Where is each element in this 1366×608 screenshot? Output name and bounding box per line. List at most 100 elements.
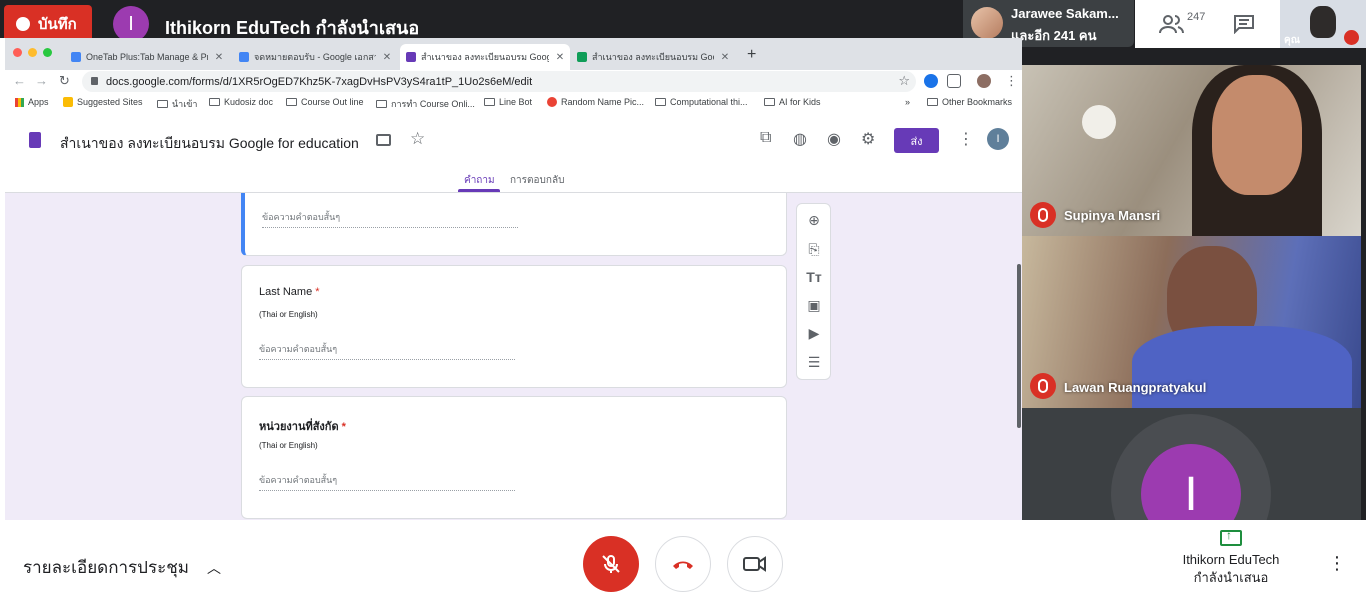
more-options-icon[interactable]: ⋮ bbox=[958, 129, 974, 149]
bookmark-label: AI for Kids bbox=[779, 97, 821, 107]
send-button[interactable]: ส่ง bbox=[894, 128, 939, 153]
forms-icon bbox=[406, 52, 416, 62]
reload-icon[interactable]: ↻ bbox=[59, 73, 70, 89]
other-bookmarks[interactable]: Other Bookmarks bbox=[927, 97, 1012, 107]
back-icon[interactable]: ← bbox=[13, 73, 26, 88]
addon-puzzle-icon[interactable]: ⧉ bbox=[760, 129, 771, 147]
profile-icon[interactable] bbox=[977, 74, 991, 88]
close-icon[interactable]: ✕ bbox=[554, 52, 566, 63]
question-description: (Thai or English) bbox=[259, 310, 318, 319]
participant-chip-name: Jarawee Sakam... bbox=[1011, 6, 1119, 21]
presenting-name: Ithikorn EduTech bbox=[1182, 552, 1280, 567]
bookmark-item[interactable]: Suggested Sites bbox=[63, 97, 143, 107]
browser-menu-icon[interactable]: ⋮ bbox=[1005, 73, 1018, 89]
add-question-icon[interactable]: ⊕ bbox=[806, 212, 822, 229]
question-title-text: หน่วยงานที่สังกัด bbox=[259, 421, 339, 433]
new-tab-button[interactable]: + bbox=[747, 46, 756, 64]
form-editor-body: ข้อความคำตอบสั้นๆ Last Name * (Thai or En… bbox=[5, 193, 1022, 520]
mic-off-icon bbox=[602, 555, 620, 573]
participant-chip-others: และอีก 241 คน bbox=[1011, 28, 1097, 43]
star-icon[interactable]: ☆ bbox=[410, 129, 425, 149]
bookmark-item[interactable]: Course Out line bbox=[286, 97, 364, 107]
docs-icon bbox=[239, 52, 249, 62]
tab-questions[interactable]: คำถาม bbox=[464, 173, 495, 188]
close-icon[interactable]: ✕ bbox=[719, 52, 731, 63]
extension-icon[interactable] bbox=[924, 74, 938, 88]
question-card-active[interactable]: ข้อความคำตอบสั้นๆ bbox=[241, 193, 787, 256]
bottom-control-bar: รายละเอียดการประชุม ︿ Ithikorn EduTech ก… bbox=[0, 520, 1366, 608]
bookmark-star-icon[interactable]: ☆ bbox=[898, 73, 910, 89]
move-to-folder-icon[interactable] bbox=[376, 134, 391, 146]
import-questions-icon[interactable]: ⎘ bbox=[806, 241, 822, 258]
participant-photo bbox=[971, 7, 1003, 39]
extension-grid-icon[interactable] bbox=[947, 74, 961, 88]
bookmark-item[interactable]: นำเข้า bbox=[157, 97, 198, 111]
bookmarks-overflow-icon[interactable]: » bbox=[905, 97, 910, 107]
forward-icon[interactable]: → bbox=[35, 73, 48, 88]
self-video-tile[interactable]: คุณ bbox=[1280, 0, 1366, 48]
question-card[interactable]: Last Name * (Thai or English) ข้อความคำตอ… bbox=[241, 265, 787, 388]
bookmark-item[interactable]: Line Bot bbox=[484, 97, 532, 107]
presenting-status[interactable]: Ithikorn EduTech กำลังนำเสนอ bbox=[1168, 528, 1294, 588]
minimize-window-icon[interactable] bbox=[28, 48, 37, 57]
add-video-icon[interactable]: ▶ bbox=[806, 325, 822, 342]
maximize-window-icon[interactable] bbox=[43, 48, 52, 57]
browser-tab-strip: OneTab Plus:Tab Manage & Pr ✕ จดหมายตอบร… bbox=[5, 38, 1022, 70]
self-label: คุณ bbox=[1284, 35, 1300, 46]
account-avatar[interactable]: I bbox=[987, 128, 1009, 150]
mic-toggle-button[interactable] bbox=[583, 536, 639, 592]
tab-title: สำเนาของ ลงทะเบียนอบรม Google bbox=[592, 52, 714, 62]
browser-tab[interactable]: จดหมายตอบรับ - Google เอกสาร ✕ bbox=[233, 44, 397, 70]
folder-icon bbox=[655, 98, 666, 106]
participant-name: Lawan Ruangpratyakul bbox=[1064, 380, 1207, 395]
scrollbar[interactable] bbox=[1017, 264, 1021, 428]
participant-tile[interactable]: I bbox=[1022, 408, 1361, 520]
palette-icon[interactable]: ◍ bbox=[793, 129, 807, 149]
end-call-button[interactable] bbox=[655, 536, 711, 592]
question-title: หน่วยงานที่สังกัด * bbox=[259, 417, 346, 435]
presenter-avatar: I bbox=[113, 6, 149, 42]
forms-logo-icon[interactable] bbox=[29, 132, 41, 148]
settings-gear-icon[interactable]: ⚙ bbox=[861, 129, 875, 149]
browser-tab[interactable]: สำเนาของ ลงทะเบียนอบรม Google ✕ bbox=[571, 44, 735, 70]
chat-icon[interactable] bbox=[1233, 14, 1255, 34]
add-title-icon[interactable]: Tт bbox=[806, 269, 822, 285]
bookmark-item[interactable]: Kudosiz doc bbox=[209, 97, 273, 107]
question-title: Last Name * bbox=[259, 286, 319, 298]
people-icon[interactable] bbox=[1159, 13, 1185, 35]
recording-badge[interactable]: บันทึก bbox=[4, 5, 92, 42]
participant-tile[interactable]: Lawan Ruangpratyakul bbox=[1022, 236, 1361, 408]
address-bar[interactable]: docs.google.com/forms/d/1XR5rOgED7Khz5K-… bbox=[82, 71, 916, 92]
browser-tab[interactable]: OneTab Plus:Tab Manage & Pr ✕ bbox=[65, 44, 229, 70]
bookmark-item[interactable]: AI for Kids bbox=[764, 97, 821, 107]
bookmark-item[interactable]: Computational thi... bbox=[655, 97, 748, 107]
short-answer-placeholder: ข้อความคำตอบสั้นๆ bbox=[262, 210, 518, 228]
tab-responses[interactable]: การตอบกลับ bbox=[510, 173, 564, 188]
bookmark-label: Kudosiz doc bbox=[224, 97, 274, 107]
presenting-status-text: กำลังนำเสนอ bbox=[1193, 570, 1269, 585]
participant-tile[interactable]: Supinya Mansri bbox=[1022, 65, 1361, 236]
present-screen-icon bbox=[1220, 528, 1242, 546]
preview-eye-icon[interactable]: ◉ bbox=[827, 129, 841, 149]
bookmark-item[interactable]: การทำ Course Onli... bbox=[376, 97, 475, 111]
more-options-icon[interactable]: ⋮ bbox=[1328, 553, 1346, 574]
tab-title: OneTab Plus:Tab Manage & Pr bbox=[86, 52, 208, 62]
add-section-icon[interactable]: ☰ bbox=[806, 354, 822, 371]
camera-toggle-button[interactable] bbox=[727, 536, 783, 592]
people-chat-panel: 247 bbox=[1135, 0, 1280, 48]
question-card[interactable]: หน่วยงานที่สังกัด * (Thai or English) ข้อ… bbox=[241, 396, 787, 519]
close-icon[interactable]: ✕ bbox=[213, 52, 225, 63]
browser-tab-active[interactable]: สำเนาของ ลงทะเบียนอบรม Google ✕ bbox=[400, 44, 570, 70]
form-title[interactable]: สำเนาของ ลงทะเบียนอบรม Google for educat… bbox=[60, 133, 359, 155]
bookmark-item[interactable]: Random Name Pic... bbox=[547, 97, 644, 107]
bing-icon bbox=[63, 97, 73, 107]
close-window-icon[interactable] bbox=[13, 48, 22, 57]
close-icon[interactable]: ✕ bbox=[381, 52, 393, 63]
meeting-details-button[interactable]: รายละเอียดการประชุม ︿ bbox=[23, 554, 221, 581]
add-image-icon[interactable]: ▣ bbox=[806, 297, 822, 314]
folder-icon bbox=[209, 98, 220, 106]
bookmark-apps[interactable]: Apps bbox=[15, 97, 49, 107]
folder-icon bbox=[484, 98, 495, 106]
participant-name: Supinya Mansri bbox=[1064, 208, 1161, 223]
wall-clock bbox=[1082, 105, 1116, 139]
